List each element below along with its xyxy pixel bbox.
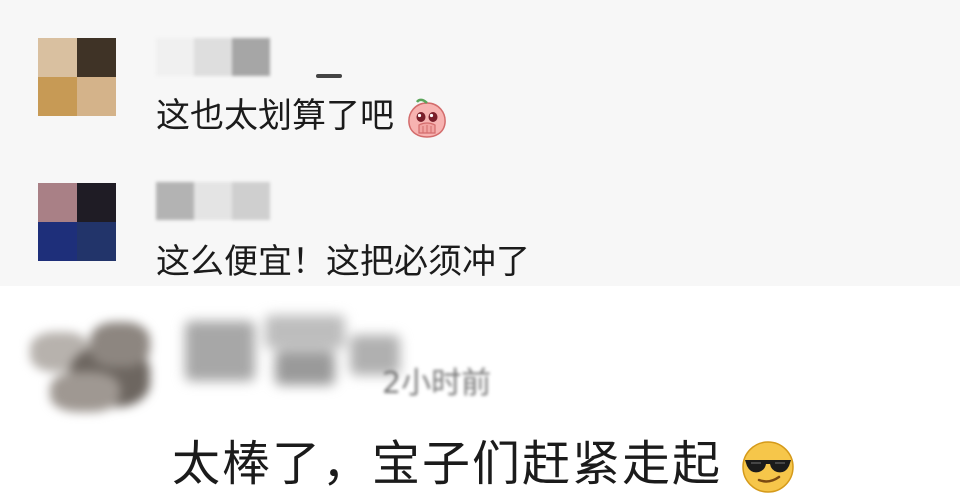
peach-pleading-emoji: [408, 98, 446, 138]
avatar-pixel: [38, 77, 77, 116]
username-pixel: [156, 182, 194, 220]
username-blurred[interactable]: [185, 315, 415, 395]
avatar-pixel: [77, 183, 116, 222]
comment-text: 这也太划算了吧: [156, 88, 449, 139]
avatar-pixel: [77, 38, 116, 77]
avatar-blurred[interactable]: [30, 312, 170, 422]
username-blurred[interactable]: [156, 38, 270, 78]
username-pixel: [156, 38, 194, 76]
avatar-pixel: [77, 77, 116, 116]
comment-text: 这么便宜！这把必须冲了: [156, 234, 530, 283]
comment-text: 太棒了，宝子们赶紧走起: [172, 424, 797, 494]
username-pixel: [232, 182, 270, 220]
username-pixel: [194, 182, 232, 220]
timestamp: 2小时前: [382, 366, 492, 401]
username-underline: [316, 74, 342, 78]
username-pixel: [194, 38, 232, 76]
comment-panel-top: 这也太划算了吧 这么便宜！这把必须冲了: [0, 0, 960, 286]
avatar-pixel: [38, 222, 77, 261]
username-blurred[interactable]: [156, 182, 270, 222]
username-pixel: [232, 38, 270, 76]
comment-text-content: 这也太划算了吧: [156, 96, 394, 136]
avatar-pixel: [77, 222, 116, 261]
avatar-pixel: [38, 183, 77, 222]
comment-text-content: 太棒了，宝子们赶紧走起: [172, 436, 723, 492]
avatar-pixel: [38, 38, 77, 77]
avatar[interactable]: [38, 183, 116, 261]
comment-text-content: 这么便宜！这把必须冲了: [156, 242, 530, 282]
avatar[interactable]: [38, 38, 116, 116]
